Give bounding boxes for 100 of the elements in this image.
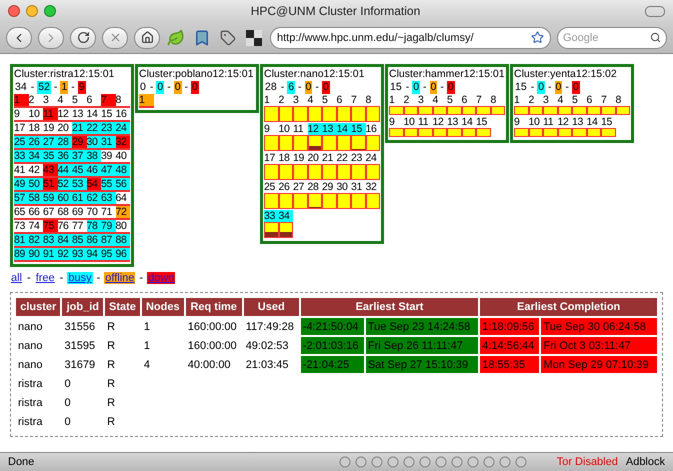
node-label: 34 (28, 150, 43, 162)
load-bar (476, 106, 490, 115)
forward-button[interactable] (38, 26, 64, 48)
separator: - (298, 81, 302, 94)
close-icon[interactable] (8, 5, 20, 17)
load-bar (322, 193, 336, 209)
checker-icon[interactable] (244, 28, 264, 48)
table-cell-text: 31595 (63, 338, 96, 354)
load-bar (336, 106, 351, 122)
star-icon[interactable] (531, 31, 544, 44)
minimize-icon[interactable] (26, 5, 38, 17)
node-label: 28 (58, 136, 72, 148)
node-label: 78 (86, 220, 101, 232)
separator: - (423, 81, 427, 94)
stop-button[interactable] (102, 26, 128, 48)
reload-button[interactable] (70, 26, 96, 48)
load-bar (336, 164, 351, 180)
table-cell-text: 0 (63, 396, 72, 410)
separator: - (440, 81, 444, 94)
node-count: 0 (572, 81, 580, 94)
load-bar (543, 128, 558, 137)
load-bar (336, 193, 351, 209)
tag-icon[interactable] (218, 28, 238, 48)
load-bar (308, 135, 322, 151)
status-text: Done (8, 456, 34, 468)
separator: - (139, 272, 144, 284)
node-label: 84 (58, 234, 72, 246)
table-cell-text: R (106, 414, 116, 430)
close-icon[interactable] (108, 31, 122, 44)
load-bar (404, 106, 418, 115)
load-bar (278, 164, 293, 180)
node-label: 45 (72, 164, 86, 176)
node-label: 79 (101, 220, 116, 232)
node-label: 21 (72, 122, 86, 134)
column-header: Nodes (142, 298, 184, 316)
node-label: 35 (43, 150, 58, 162)
table-cell-text: 1 (142, 338, 151, 354)
column-header: Earliest Start (300, 298, 478, 316)
node-label: 11 (43, 108, 58, 120)
node-label: 49 (14, 178, 28, 190)
table-cell: Sat Sep 27 15:10:39 (366, 356, 478, 373)
node-label: 81 (14, 234, 28, 246)
node-label: 55 (101, 178, 116, 190)
load-bar (543, 106, 558, 115)
filter-link[interactable]: busy (67, 272, 93, 284)
load-bar (432, 128, 447, 137)
node-label: 32 (116, 136, 130, 148)
address-field[interactable]: http://www.hpc.unm.edu/~jagalb/clumsy/ (270, 26, 551, 48)
load-bar (490, 106, 505, 115)
node-label: 25 (14, 136, 28, 148)
column-header: Req time (186, 298, 242, 316)
table-cell-text: 117:49:28 (244, 320, 295, 334)
node-label: 7 (101, 94, 116, 106)
filter-link[interactable]: free (34, 272, 56, 284)
leaf-icon[interactable] (166, 28, 186, 48)
load-bar (389, 128, 404, 137)
separator: - (150, 81, 154, 94)
load-bar (528, 128, 543, 137)
table-cell-text: 0 (63, 376, 72, 392)
table-cell-text: ristra (17, 414, 44, 430)
zoom-icon[interactable] (44, 5, 56, 17)
adblock-status[interactable]: Adblock (626, 456, 665, 468)
node-count: 52 (37, 81, 51, 94)
home-button[interactable] (134, 26, 160, 48)
home-icon[interactable] (140, 31, 154, 44)
load-bar (336, 135, 351, 151)
node-label: 37 (72, 150, 86, 162)
load-bar (264, 193, 278, 209)
filter-link[interactable]: all (10, 272, 24, 284)
separator: - (280, 81, 284, 94)
node-count: 0 (554, 81, 562, 94)
search-icon[interactable] (650, 32, 661, 43)
load-bar (264, 135, 278, 151)
separator: - (406, 81, 410, 94)
cluster-title: Cluster:nano12:15:01 (264, 68, 366, 81)
column-header: State (105, 298, 140, 316)
node-count: 0 (322, 81, 330, 94)
table-cell-text: 21:03:45 (244, 358, 290, 372)
node-label: 1 (14, 94, 28, 106)
load-bar (418, 106, 432, 115)
back-button[interactable] (6, 26, 32, 48)
column-header: Earliest Completion (480, 298, 657, 316)
load-bar (322, 106, 336, 122)
load-bar (351, 106, 366, 122)
table-cell-text: R (106, 376, 116, 392)
toolbar-toggle-icon[interactable] (645, 6, 665, 16)
node-label: 83 (43, 234, 58, 246)
separator: - (565, 81, 569, 94)
load-bar (278, 135, 293, 151)
cluster-title: Cluster:hammer12:15:01 (389, 68, 505, 81)
node-label: 50 (28, 178, 43, 190)
node-label: 74 (28, 220, 43, 232)
load-bar (601, 128, 616, 137)
load-bar (586, 106, 601, 115)
load-bar (293, 106, 308, 122)
node-count: 0 (174, 81, 182, 94)
load-bar (293, 135, 308, 151)
load-bar (278, 106, 293, 122)
reload-icon[interactable] (76, 31, 90, 44)
filter-link[interactable]: offline (104, 272, 136, 284)
